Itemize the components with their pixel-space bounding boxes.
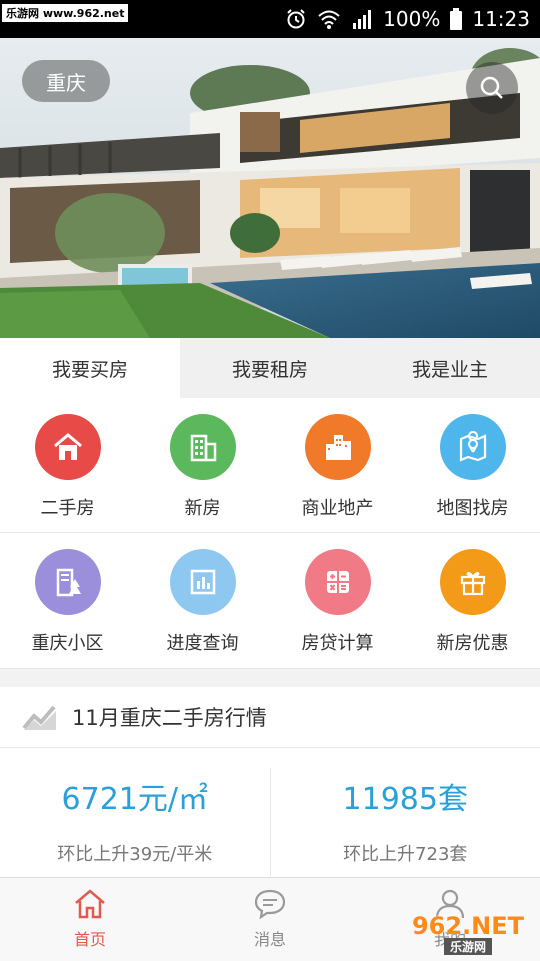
grid-item-commercial[interactable]: 商业地产 [270, 398, 405, 532]
listing-count-value: 11985套 [343, 774, 468, 818]
feature-row: 二手房 新房 商业地产 地图找房 [0, 398, 540, 533]
calculator-icon [305, 549, 371, 615]
grid-label: 重庆小区 [32, 629, 104, 655]
bottom-nav: 首页 消息 我的 962.NET 乐游网 [0, 877, 540, 961]
alarm-icon [285, 8, 307, 30]
message-icon [253, 888, 287, 920]
grid-item-loan-calc[interactable]: 房贷计算 [270, 533, 405, 668]
search-button[interactable] [466, 62, 518, 114]
watermark-caption: 乐游网 [444, 938, 492, 955]
site-watermark: 962.NET 乐游网 [404, 911, 532, 955]
listing-count-change: 环比上升723套 [343, 840, 467, 866]
status-bar: 乐游网 www.962.net 100% 11:23 [0, 0, 540, 38]
grid-item-map-search[interactable]: 地图找房 [405, 398, 540, 532]
tab-rent[interactable]: 我要租房 [180, 338, 360, 398]
avg-price-value: 6721元/㎡ [62, 774, 208, 818]
bar-chart-icon [170, 549, 236, 615]
volume-stat[interactable]: 11985套 环比上升723套 [270, 768, 540, 876]
nav-label: 首页 [74, 926, 106, 950]
price-stat[interactable]: 6721元/㎡ 环比上升39元/平米 [0, 748, 270, 876]
grid-label: 地图找房 [437, 494, 509, 520]
trend-chart-icon [22, 702, 58, 732]
grid-item-new-house[interactable]: 新房 [135, 398, 270, 532]
grid-item-community[interactable]: 重庆小区 [0, 533, 135, 668]
grid-label: 二手房 [41, 494, 95, 520]
clock: 11:23 [472, 7, 530, 31]
watermark-brand: 962.NET [412, 912, 524, 940]
market-section: 11月重庆二手房行情 6721元/㎡ 环比上升39元/平米 11985套 环比上… [0, 687, 540, 877]
grid-label: 新房优惠 [437, 629, 509, 655]
hero-banner[interactable]: 重庆 [0, 38, 540, 338]
battery-icon [450, 8, 462, 30]
grid-label: 进度查询 [167, 629, 239, 655]
nav-home[interactable]: 首页 [0, 878, 180, 961]
market-header[interactable]: 11月重庆二手房行情 [0, 687, 540, 748]
home-icon [73, 888, 107, 920]
tab-buy[interactable]: 我要买房 [0, 338, 180, 398]
building-icon [170, 414, 236, 480]
market-title: 11月重庆二手房行情 [72, 702, 267, 732]
feature-grid: 二手房 新房 商业地产 地图找房 重庆小区 [0, 398, 540, 669]
tab-owner[interactable]: 我是业主 [360, 338, 540, 398]
status-indicators: 100% 11:23 [285, 6, 530, 32]
city-selector[interactable]: 重庆 [22, 60, 110, 102]
grid-label: 房贷计算 [302, 629, 374, 655]
city-icon [305, 414, 371, 480]
search-icon [479, 75, 505, 101]
community-icon [35, 549, 101, 615]
nav-label: 消息 [254, 926, 286, 950]
market-stats: 6721元/㎡ 环比上升39元/平米 11985套 环比上升723套 [0, 748, 540, 876]
nav-messages[interactable]: 消息 [180, 878, 360, 961]
status-watermark: 乐游网 www.962.net [2, 4, 128, 22]
map-pin-icon [440, 414, 506, 480]
tab-bar: 我要买房 我要租房 我是业主 [0, 338, 540, 398]
grid-label: 商业地产 [302, 494, 374, 520]
grid-item-new-house-deals[interactable]: 新房优惠 [405, 533, 540, 668]
house-icon [35, 414, 101, 480]
feature-row: 重庆小区 进度查询 房贷计算 新房优惠 [0, 533, 540, 669]
wifi-icon [317, 8, 341, 30]
avg-price-change: 环比上升39元/平米 [57, 840, 212, 866]
signal-icon [351, 8, 373, 30]
battery-percent: 100% [383, 7, 440, 31]
grid-label: 新房 [185, 494, 221, 520]
grid-item-progress[interactable]: 进度查询 [135, 533, 270, 668]
gift-icon [440, 549, 506, 615]
grid-item-second-hand[interactable]: 二手房 [0, 398, 135, 532]
